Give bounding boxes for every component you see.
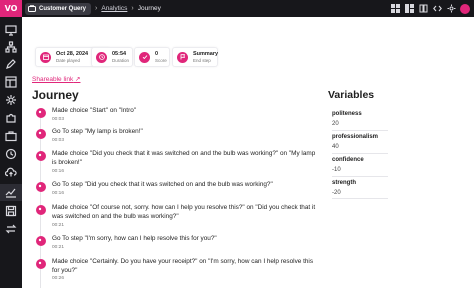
variable-name: strength xyxy=(332,180,356,186)
choice-icon xyxy=(36,205,46,215)
entry-text: Made choice "Did you check that it was s… xyxy=(52,150,316,166)
briefcase-icon[interactable] xyxy=(5,130,17,142)
settings-icon[interactable] xyxy=(444,0,458,17)
summary-label: End step xyxy=(193,57,211,63)
variable-confidence: confidence -10 xyxy=(332,156,388,174)
save-icon[interactable] xyxy=(5,205,17,217)
summary-card-score: 0 Score xyxy=(134,47,170,67)
history-icon[interactable] xyxy=(5,148,17,160)
left-sidebar: VO xyxy=(0,0,22,288)
divider xyxy=(332,176,388,177)
flag-icon xyxy=(177,51,188,63)
divider xyxy=(332,130,388,131)
journey-heading: Journey xyxy=(32,88,79,102)
variable-politeness: politeness 20 xyxy=(332,110,388,128)
entry-text: Made choice "Certainly. Do you have your… xyxy=(52,258,314,274)
chevron-right-icon: › xyxy=(95,5,98,12)
summary-label: Score xyxy=(155,57,167,63)
variable-value: -20 xyxy=(332,190,341,196)
variable-name: professionalism xyxy=(332,134,379,140)
choice-icon xyxy=(36,108,46,118)
go-to-step-icon xyxy=(36,182,46,192)
summary-card-end-step: Summary End step xyxy=(172,47,218,67)
divider xyxy=(332,198,388,199)
shareable-link[interactable]: Shareable link ↗ xyxy=(32,75,80,83)
summary-value: 0 xyxy=(155,50,159,57)
variable-strength: strength -20 xyxy=(332,179,388,197)
entry-time: 00:03 xyxy=(52,117,65,122)
entry-text: Go To step "My lamp is broken!" xyxy=(52,128,143,135)
entry-time: 00:03 xyxy=(52,138,65,143)
project-icon xyxy=(28,4,36,13)
gear-icon[interactable] xyxy=(5,94,17,106)
book-icon[interactable] xyxy=(416,0,430,17)
variable-name: politeness xyxy=(332,111,362,117)
calendar-icon xyxy=(40,51,51,63)
entry-time: 00:21 xyxy=(52,245,65,250)
variable-value: 40 xyxy=(332,144,339,150)
user-avatar[interactable] xyxy=(460,3,470,14)
code-icon[interactable] xyxy=(430,0,444,17)
project-label: Customer Query xyxy=(39,5,87,12)
choice-icon xyxy=(36,151,46,161)
entry-text: Made choice "Of course not, sorry. how c… xyxy=(52,204,316,220)
entry-time: 00:16 xyxy=(52,169,65,174)
breadcrumb-current: Journey xyxy=(137,5,161,12)
entry-time: 00:21 xyxy=(52,223,65,228)
pencil-icon[interactable] xyxy=(5,58,17,70)
chevron-right-icon: › xyxy=(131,5,134,12)
variable-professionalism: professionalism 40 xyxy=(332,133,388,151)
entry-text: Go To step "Did you check that it was sw… xyxy=(52,181,273,188)
top-bar: Customer Query › Analytics › Journey xyxy=(22,0,474,17)
divider xyxy=(332,153,388,154)
variable-value: 20 xyxy=(332,121,339,127)
summary-label: Date played xyxy=(56,57,81,63)
go-to-step-icon xyxy=(36,236,46,246)
summary-value: Oct 28, 2024 xyxy=(56,50,89,57)
entry-text: Made choice "Start" on "Intro" xyxy=(52,107,137,114)
swap-icon[interactable] xyxy=(5,223,17,235)
sitemap-icon[interactable] xyxy=(5,41,17,53)
analytics-icon[interactable] xyxy=(5,186,17,198)
monitor-icon[interactable] xyxy=(5,24,17,36)
project-selector[interactable]: Customer Query xyxy=(25,2,92,15)
entry-text: Go To step "I'm sorry, how can I help re… xyxy=(52,235,217,242)
check-icon xyxy=(139,51,150,63)
summary-value: Summary xyxy=(193,50,219,57)
go-to-step-icon xyxy=(36,129,46,139)
external-link-icon: ↗ xyxy=(73,76,81,83)
summary-label: Duration xyxy=(112,57,130,63)
choice-icon xyxy=(36,259,46,269)
breadcrumb-analytics[interactable]: Analytics xyxy=(101,5,127,12)
cloud-upload-icon[interactable] xyxy=(5,166,17,178)
variable-value: -10 xyxy=(332,167,341,173)
clock-icon xyxy=(96,51,107,63)
entry-time: 00:16 xyxy=(52,191,65,196)
grid-icon[interactable] xyxy=(388,0,402,17)
variable-name: confidence xyxy=(332,157,364,163)
toolbar-icons xyxy=(388,0,474,17)
summary-card-duration: 05:54 Duration xyxy=(91,47,133,67)
variables-heading: Variables xyxy=(328,89,375,101)
app-logo[interactable]: VO xyxy=(0,0,22,17)
puzzle-icon[interactable] xyxy=(5,112,17,124)
columns-icon[interactable] xyxy=(402,0,416,17)
summary-value: 05:54 xyxy=(112,50,127,57)
layout-icon[interactable] xyxy=(5,76,17,88)
entry-time: 00:26 xyxy=(52,276,65,281)
